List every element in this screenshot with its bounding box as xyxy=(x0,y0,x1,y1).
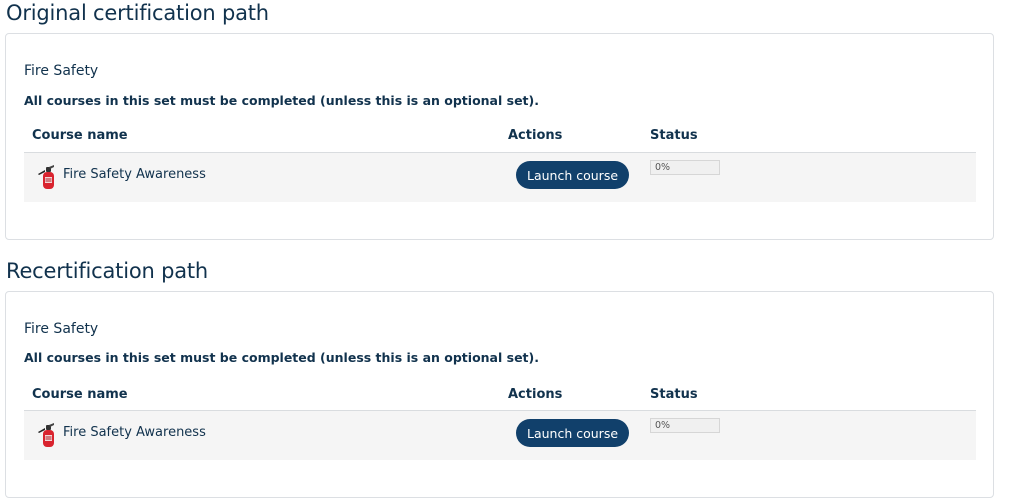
progress-text: 0% xyxy=(655,162,671,173)
course-name: Fire Safety Awareness xyxy=(63,167,206,182)
launch-course-button[interactable]: Launch course xyxy=(516,161,630,189)
fire-extinguisher-icon xyxy=(38,165,54,189)
table-row: Fire Safety Awareness Launch course 0% xyxy=(24,152,976,202)
course-set-name: Fire Safety xyxy=(24,63,99,79)
launch-course-button[interactable]: Launch course xyxy=(516,419,630,447)
certification-panel-recertification: Fire Safety All courses in this set must… xyxy=(5,291,994,498)
course-set-description: All courses in this set must be complete… xyxy=(24,93,539,108)
section-title-original-certification: Original certification path xyxy=(6,1,269,25)
column-header-actions: Actions xyxy=(508,128,563,143)
table-row: Fire Safety Awareness Launch course 0% xyxy=(24,410,976,460)
column-header-course-name: Course name xyxy=(32,387,128,402)
fire-extinguisher-icon xyxy=(38,423,54,447)
column-header-actions: Actions xyxy=(508,387,563,402)
progress-bar: 0% xyxy=(650,160,720,175)
column-header-course-name: Course name xyxy=(32,128,128,143)
course-set-description: All courses in this set must be complete… xyxy=(24,350,539,365)
section-title-recertification: Recertification path xyxy=(6,259,209,283)
progress-text: 0% xyxy=(655,420,671,431)
certification-panel-original: Fire Safety All courses in this set must… xyxy=(5,33,994,240)
column-header-status: Status xyxy=(650,387,698,402)
course-set-name: Fire Safety xyxy=(24,321,99,337)
course-name: Fire Safety Awareness xyxy=(63,425,206,440)
progress-bar: 0% xyxy=(650,418,720,433)
column-header-status: Status xyxy=(650,128,698,143)
